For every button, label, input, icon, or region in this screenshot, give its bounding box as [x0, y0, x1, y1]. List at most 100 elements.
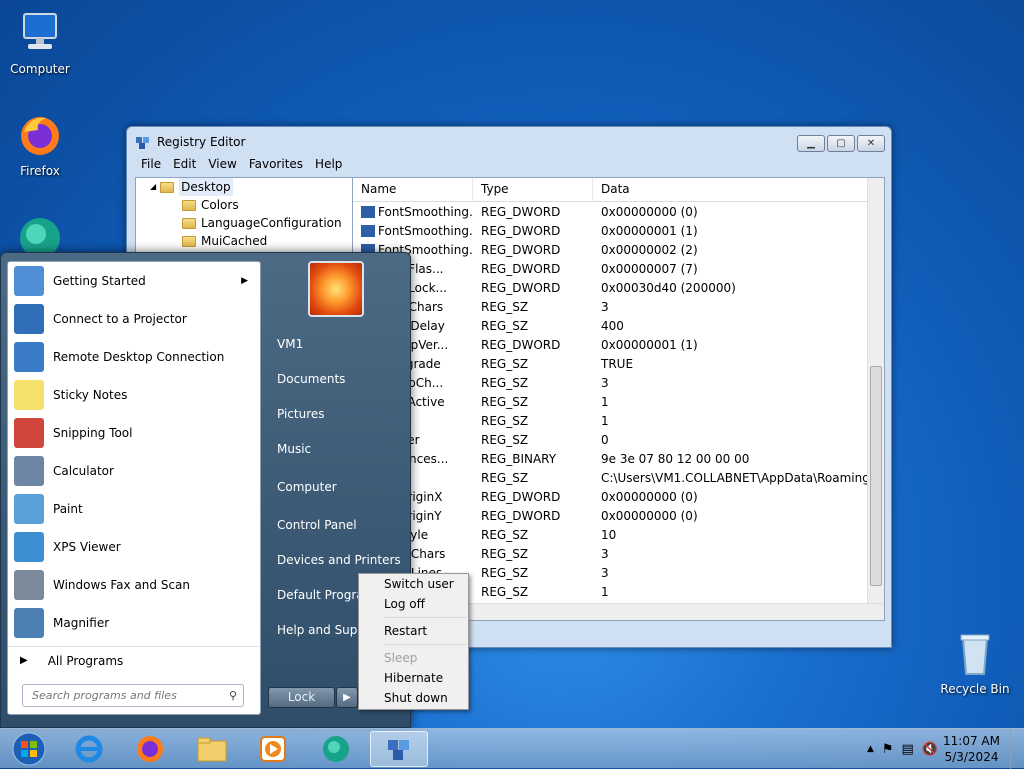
start-program-item[interactable]: Calculator [8, 452, 260, 490]
desktop-icon-label: Computer [10, 62, 70, 76]
network-icon[interactable]: ▤ [902, 742, 914, 757]
taskbar-regedit[interactable] [370, 731, 428, 767]
start-program-item[interactable]: XPS Viewer [8, 528, 260, 566]
start-program-item[interactable]: Paint [8, 490, 260, 528]
program-icon [14, 304, 44, 334]
table-row[interactable]: eferences... REG_BINARY 9e 3e 07 80 12 00 … [353, 449, 884, 468]
start-right-item[interactable]: Music [277, 442, 311, 456]
table-row[interactable]: esktopVer... REG_DWORD 0x00000001 (1) [353, 335, 884, 354]
table-cell: 10 [601, 527, 617, 542]
hibernate-item[interactable]: Hibernate [359, 668, 468, 688]
column-type[interactable]: Type [473, 178, 593, 201]
taskbar: ▲ ⚑ ▤ 🔇 11:07 AM 5/3/2024 [0, 728, 1024, 769]
start-program-item[interactable]: Sticky Notes [8, 376, 260, 414]
close-button[interactable]: ✕ [857, 135, 885, 152]
column-name[interactable]: Name [353, 178, 473, 201]
table-row[interactable]: perOriginYREG_DWORD0x00000000 (0) [353, 506, 884, 525]
date: 5/3/2024 [944, 750, 999, 764]
table-cell: REG_DWORD [481, 508, 561, 523]
taskbar-app[interactable] [307, 731, 365, 767]
table-row[interactable]: perStyleREG_SZ10 [353, 525, 884, 544]
menu-file[interactable]: File [135, 157, 167, 175]
start-program-item[interactable]: Magnifier [8, 604, 260, 642]
tree-item-colors[interactable]: Colors [136, 196, 352, 214]
desktop-icon-computer[interactable]: Computer [0, 10, 80, 76]
start-left-pane: Getting Started ▶ Connect to a Projector Re… [7, 261, 261, 715]
desktop-icon-label: Firefox [20, 164, 60, 178]
log-off-item[interactable]: Log off [359, 594, 468, 614]
table-cell: 3 [601, 565, 609, 580]
start-program-item[interactable]: Getting Started ▶ [8, 262, 260, 300]
power-options-button[interactable]: ▶ [336, 687, 358, 708]
maximize-button[interactable]: ▢ [827, 135, 855, 152]
menu-favorites[interactable]: Favorites [243, 157, 309, 175]
start-button[interactable] [0, 731, 58, 767]
all-programs[interactable]: ▶ All Programs [8, 646, 260, 674]
start-right-item[interactable]: Control Panel [277, 518, 357, 532]
table-row[interactable]: perREG_SZC:\Users\VM1.COLLABNET\AppData\… [353, 468, 884, 487]
start-right-item[interactable]: Devices and Printers [277, 553, 401, 567]
vertical-scrollbar[interactable] [867, 178, 884, 620]
table-row[interactable]: zingREG_SZ1 [353, 411, 884, 430]
tree-item-desktop[interactable]: ◢ Desktop [136, 178, 352, 196]
table-cell: 1 [601, 413, 609, 428]
table-row[interactable]: llpaperREG_SZ0 [353, 430, 884, 449]
table-row[interactable]: n UpgradeREG_SZTRUE [353, 354, 884, 373]
program-icon [14, 266, 44, 296]
table-row[interactable]: erlapCharsREG_SZ3 [353, 297, 884, 316]
restart-item[interactable]: Restart [359, 621, 468, 641]
lock-button[interactable]: Lock [268, 687, 335, 708]
scroll-thumb[interactable] [870, 366, 882, 586]
table-cell: REG_DWORD [481, 489, 561, 504]
flag-icon[interactable]: ⚑ [882, 742, 894, 757]
expand-arrow-icon[interactable]: ◢ [150, 178, 156, 196]
table-row[interactable]: ScrollChars REG_SZ 3 [353, 544, 884, 563]
user-avatar[interactable] [308, 261, 364, 317]
start-right-item[interactable]: VM1 [277, 337, 303, 351]
menu-view[interactable]: View [202, 157, 242, 175]
submenu-arrow-icon: ▶ [241, 276, 248, 286]
title-bar[interactable]: Registry Editor [127, 127, 891, 157]
start-right-item[interactable]: Computer [277, 480, 337, 494]
table-row[interactable]: SaveActive REG_SZ 1 [353, 392, 884, 411]
start-program-item[interactable]: Remote Desktop Connection [8, 338, 260, 376]
table-row[interactable]: oundLock... REG_DWORD 0x00030d40 (200000) [353, 278, 884, 297]
table-row[interactable]: FontSmoothing... REG_DWORD 0x00000002 (2) [353, 240, 884, 259]
menu-edit[interactable]: Edit [167, 157, 202, 175]
clock[interactable]: 11:07 AM 5/3/2024 [943, 733, 1000, 765]
show-desktop-button[interactable] [1010, 729, 1024, 769]
table-row[interactable]: oundFlas...REG_DWORD0x00000007 (7) [353, 259, 884, 278]
menu-help[interactable]: Help [309, 157, 348, 175]
table-cell: FontSmoothing... [353, 224, 473, 238]
table-cell: REG_DWORD [481, 337, 561, 352]
table-row[interactable]: FontSmoothing... REG_DWORD 0x00000001 (1) [353, 221, 884, 240]
firefox-icon [137, 736, 163, 762]
table-row[interactable]: ShowDelay REG_SZ 400 [353, 316, 884, 335]
volume-muted-icon[interactable]: 🔇 [922, 742, 938, 757]
search-input[interactable]: Search programs and files ⚲ [22, 684, 244, 707]
table-row[interactable]: verlapCh...REG_SZ3 [353, 373, 884, 392]
show-hidden-icons-button[interactable]: ▲ [867, 744, 874, 754]
start-right-item[interactable]: Pictures [277, 407, 325, 421]
taskbar-ie[interactable] [60, 731, 118, 767]
start-right-item[interactable]: Documents [277, 372, 345, 386]
table-row[interactable]: FontSmoothing... REG_DWORD 0x00000000 (0) [353, 202, 884, 221]
taskbar-media-player[interactable] [244, 731, 302, 767]
start-program-item[interactable]: Windows Fax and Scan [8, 566, 260, 604]
column-data[interactable]: Data [593, 178, 868, 201]
taskbar-firefox[interactable] [121, 731, 179, 767]
minimize-button[interactable]: ▁ [797, 135, 825, 152]
desktop-icon-firefox[interactable]: Firefox [0, 112, 80, 178]
switch-user-item[interactable]: Switch user [359, 574, 468, 594]
start-program-item[interactable]: Connect to a Projector [8, 300, 260, 338]
windows-orb-icon [12, 732, 46, 766]
table-row[interactable]: perOriginXREG_DWORD0x00000000 (0) [353, 487, 884, 506]
tree-item-muicached[interactable]: MuiCached [136, 232, 352, 250]
program-icon [14, 570, 44, 600]
triangle-right-icon: ▶ [20, 655, 28, 666]
start-program-item[interactable]: Snipping Tool [8, 414, 260, 452]
tree-item-languageconfiguration[interactable]: LanguageConfiguration [136, 214, 352, 232]
taskbar-explorer[interactable] [183, 731, 241, 767]
desktop-icon-recycle-bin[interactable]: Recycle Bin [935, 630, 1015, 696]
shut-down-item[interactable]: Shut down [359, 688, 468, 708]
